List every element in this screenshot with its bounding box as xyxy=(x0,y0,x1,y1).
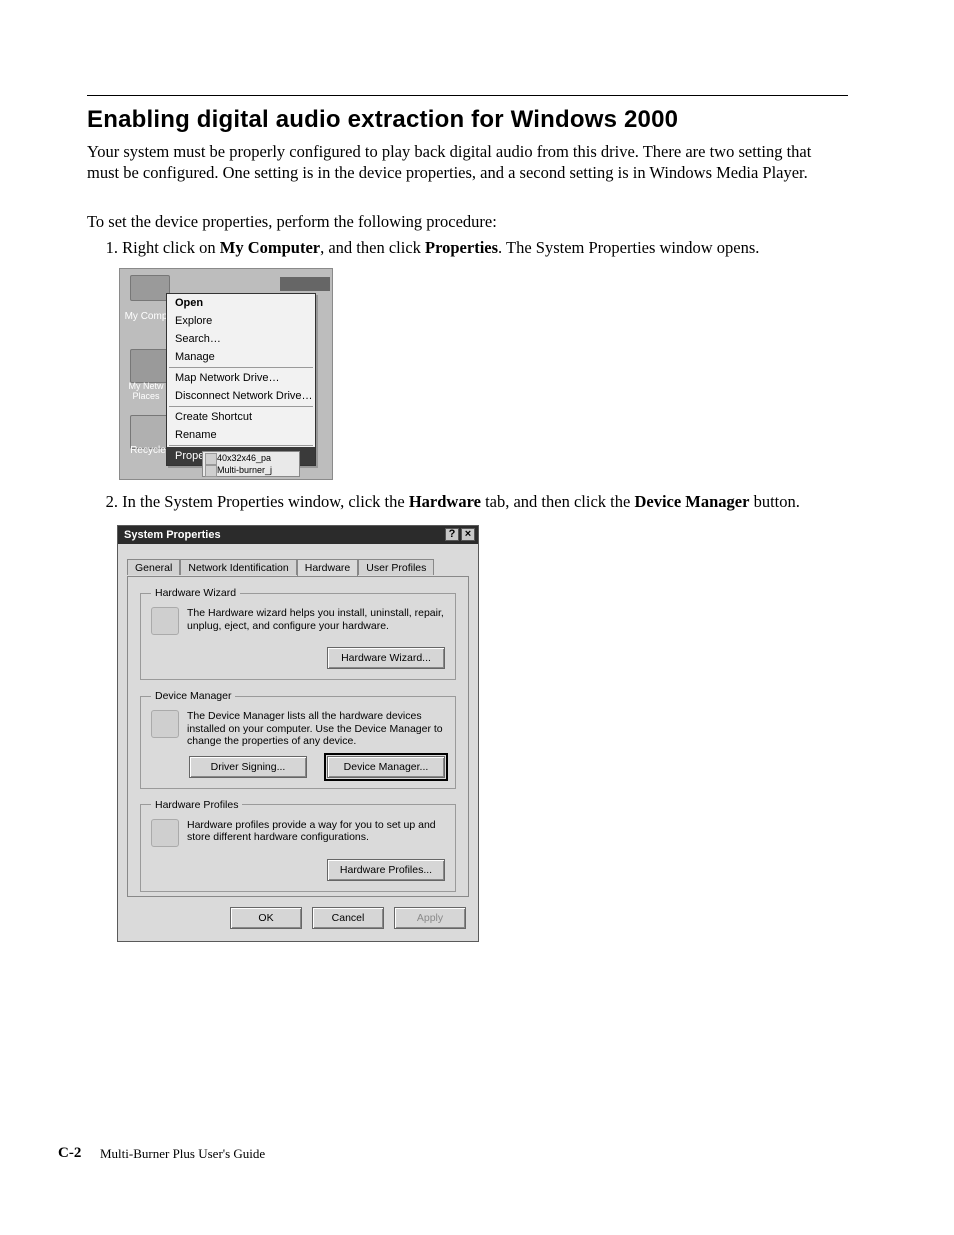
top-rule xyxy=(87,95,848,96)
dialog-title: System Properties xyxy=(124,529,221,541)
recycle-bin-icon xyxy=(130,415,170,449)
step-text: In the System Properties window, click t… xyxy=(122,492,409,511)
group-legend: Hardware Profiles xyxy=(151,799,242,811)
group-legend: Hardware Wizard xyxy=(151,587,240,599)
hardware-wizard-button[interactable]: Hardware Wizard... xyxy=(327,647,445,669)
hardware-profiles-icon xyxy=(151,819,179,847)
step-text: , and then click xyxy=(320,238,425,257)
dialog-button-row: OK Cancel Apply xyxy=(230,907,466,929)
context-menu: Open Explore Search… Manage Map Network … xyxy=(166,293,316,466)
step-text: tab, and then click the xyxy=(481,492,635,511)
menu-separator xyxy=(169,445,313,446)
taskbar-item[interactable]: 40x32x46_pa xyxy=(203,452,299,464)
menu-separator xyxy=(169,406,313,407)
help-button[interactable]: ? xyxy=(445,528,459,541)
menu-item-disconnect-drive[interactable]: Disconnect Network Drive… xyxy=(167,387,315,405)
close-button[interactable]: × xyxy=(461,528,475,541)
hardware-profiles-button[interactable]: Hardware Profiles... xyxy=(327,859,445,881)
group-hardware-profiles: Hardware Profiles Hardware profiles prov… xyxy=(140,799,456,892)
menu-item-rename[interactable]: Rename xyxy=(167,426,315,444)
group-device-manager: Device Manager The Device Manager lists … xyxy=(140,690,456,789)
procedure-lead-in: To set the device properties, perform th… xyxy=(87,211,846,232)
screenshot-system-properties: System Properties ? × GeneralNetwork Ide… xyxy=(117,525,479,942)
step-text: . The System Properties window opens. xyxy=(498,238,759,257)
group-hardware-wizard: Hardware Wizard The Hardware wizard help… xyxy=(140,587,456,680)
screenshot-context-menu: My Comp My Netw Places Recycle Open Expl… xyxy=(119,268,333,480)
tab-network-identification[interactable]: Network Identification xyxy=(180,559,296,575)
ok-button[interactable]: OK xyxy=(230,907,302,929)
bold-my-computer: My Computer xyxy=(220,238,320,257)
hardware-profiles-text: Hardware profiles provide a way for you … xyxy=(187,819,445,847)
hardware-wizard-icon xyxy=(151,607,179,635)
cancel-button[interactable]: Cancel xyxy=(312,907,384,929)
menu-item-create-shortcut[interactable]: Create Shortcut xyxy=(167,408,315,426)
taskbar-fragment xyxy=(280,277,330,291)
menu-item-explore[interactable]: Explore xyxy=(167,312,315,330)
step-2: 2. In the System Properties window, clic… xyxy=(92,491,944,512)
menu-item-search[interactable]: Search… xyxy=(167,330,315,348)
taskbar-window-list: 40x32x46_pa Multi-burner_j xyxy=(202,451,300,477)
my-network-places-icon xyxy=(130,349,170,383)
bold-properties: Properties xyxy=(425,238,498,257)
intro-paragraph: Your system must be properly configured … xyxy=(87,141,846,183)
group-legend: Device Manager xyxy=(151,690,235,702)
step-text: button. xyxy=(749,492,799,511)
my-network-places-label: My Netw Places xyxy=(120,381,172,401)
taskbar-item[interactable]: Multi-burner_j xyxy=(203,464,299,476)
device-manager-button[interactable]: Device Manager... xyxy=(327,756,445,778)
tab-panel-hardware: Hardware Wizard The Hardware wizard help… xyxy=(127,576,469,897)
tab-hardware[interactable]: Hardware xyxy=(297,559,359,576)
menu-item-open[interactable]: Open xyxy=(167,294,315,312)
dialog-titlebar: System Properties ? × xyxy=(118,526,478,544)
my-computer-icon xyxy=(130,275,170,301)
tab-general[interactable]: General xyxy=(127,559,180,575)
device-manager-icon xyxy=(151,710,179,738)
footer-title: Multi-Burner Plus User's Guide xyxy=(100,1146,265,1162)
hardware-wizard-text: The Hardware wizard helps you install, u… xyxy=(187,607,445,635)
step-text: Right click on xyxy=(122,238,220,257)
my-computer-label: My Comp xyxy=(120,311,172,322)
step-number: 2. xyxy=(92,491,118,512)
device-manager-text: The Device Manager lists all the hardwar… xyxy=(187,710,445,748)
page-number: C-2 xyxy=(58,1145,81,1162)
tab-strip: GeneralNetwork IdentificationHardwareUse… xyxy=(127,558,469,577)
step-number: 1. xyxy=(92,237,118,258)
apply-button[interactable]: Apply xyxy=(394,907,466,929)
section-heading: Enabling digital audio extraction for Wi… xyxy=(87,106,678,134)
menu-item-map-drive[interactable]: Map Network Drive… xyxy=(167,369,315,387)
driver-signing-button[interactable]: Driver Signing... xyxy=(189,756,307,778)
tab-user-profiles[interactable]: User Profiles xyxy=(358,559,434,575)
step-1: 1. Right click on My Computer, and then … xyxy=(92,237,846,258)
menu-separator xyxy=(169,367,313,368)
bold-device-manager: Device Manager xyxy=(634,492,749,511)
bold-hardware: Hardware xyxy=(409,492,481,511)
menu-item-manage[interactable]: Manage xyxy=(167,348,315,366)
